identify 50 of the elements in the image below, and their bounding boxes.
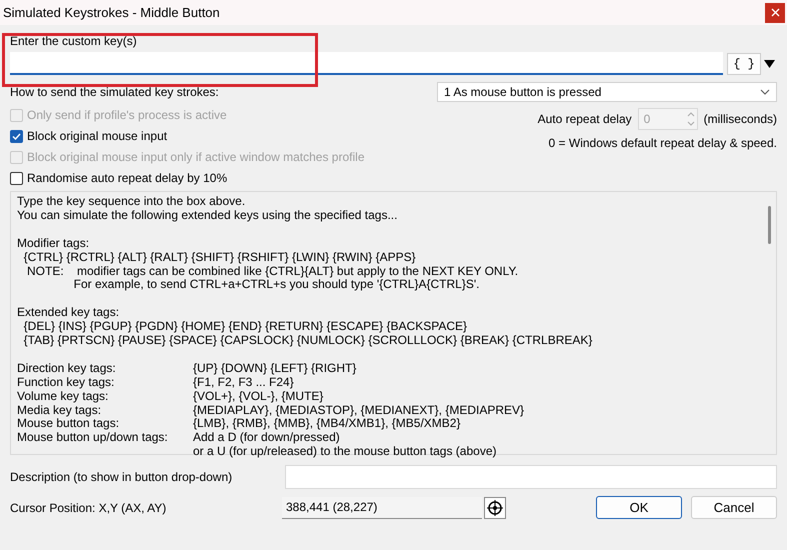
help-text: {CTRL} {RCTRL} {ALT} {RALT} {SHIFT} {RSHIFT} {LWIN} {RWIN} {APPS} [22, 250, 416, 264]
help-text: or a U (for up/released) to the mouse button tags (above) [193, 445, 496, 460]
help-text: You can simulate the following extended keys using the specified tags... [17, 208, 398, 222]
window-title: Simulated Keystrokes - Middle Button [3, 5, 220, 20]
help-label: Mouse button tags: [17, 416, 120, 430]
description-field[interactable] [285, 465, 777, 489]
help-text: NOTE: modifier tags can be combined like {CTRL}{ALT} but apply to the NEXT KEY ONLY. [26, 264, 518, 278]
help-label: Mouse button up/down tags: [17, 430, 168, 444]
help-text: {UP} {DOWN} {LEFT} {RIGHT} [193, 362, 356, 376]
cursor-position-label: Cursor Position: X,Y (AX, AY) [10, 500, 168, 514]
description-label: Description (to show in button drop-down) [10, 470, 232, 484]
dialog-button[interactable]: OK [596, 496, 682, 519]
help-label: Media key tags: [17, 402, 102, 417]
triangle-icon [764, 60, 774, 68]
dialog-button[interactable]: Cancel [691, 496, 777, 519]
help-text: Modifier tags: [17, 236, 90, 250]
help-text: Type the key sequence into the box above. [17, 194, 246, 208]
tags-button[interactable]: { } [727, 52, 761, 74]
cursor-position-field: 388,441 (28,227) [282, 496, 482, 518]
check-icon [12, 132, 21, 140]
custom-key-field[interactable] [10, 52, 723, 75]
help-text: Add a D (for down/pressed) [193, 431, 340, 446]
help-text: Extended key tags: [17, 305, 120, 320]
repeat-delay-note: 0 = Windows default repeat delay & speed. [548, 136, 777, 150]
close-icon [770, 8, 780, 17]
help-label: Volume key tags: [17, 388, 108, 403]
checkbox-label: Block original mouse input only if active window matches profile [27, 150, 364, 164]
help-text: {LMB}, {RMB}, {MMB}, {MB4/XMB1}, {MB5/XMB2} [193, 417, 460, 432]
chevron-down-icon [760, 89, 770, 95]
checkbox-label: Block original mouse input [27, 129, 168, 143]
checkbox[interactable] [10, 172, 23, 184]
checkbox-label: Only send if profile's process is active [27, 108, 227, 122]
send-mode-label: How to send the simulated key strokes: [10, 85, 219, 99]
help-text: {VOL+}, {VOL-}, {MUTE} [193, 390, 324, 404]
crosshair-icon[interactable] [484, 496, 506, 518]
help-text: {MEDIAPLAY}, {MEDIASTOP}, {MEDIANEXT}, {MEDIAPREV} [193, 404, 524, 418]
help-text: {TAB} {PRTSCN} {PAUSE} {SPACE} {CAPSLOCK} {NUMLOCK} {SCROLLLOCK} {BREAK} {CTRLBREAK} [22, 333, 592, 348]
help-text: {F1, F2, F3 ... F24} [193, 376, 294, 390]
field-label: Enter the custom key(s) [10, 34, 138, 48]
help-text: {DEL} {INS} {PGUP} {PGDN} {HOME} {END} {RETURN} {ESCAPE} {BACKSPACE} [22, 319, 467, 334]
send-mode-dropdown[interactable]: 1 As mouse button is pressed [437, 82, 777, 102]
checkbox-label: Randomise auto repeat delay by 10% [27, 171, 228, 185]
scrollbar-thumb[interactable] [768, 206, 770, 244]
checkbox[interactable] [10, 130, 23, 142]
help-text: For example, to send CTRL+a+CTRL+s you should type '{CTRL}A{CTRL}S'. [72, 277, 480, 292]
close-button[interactable] [765, 2, 785, 22]
help-label: Function key tags: [17, 374, 114, 389]
repeat-delay-label: Auto repeat delay [538, 112, 632, 126]
unit-label: (milliseconds) [704, 112, 777, 126]
help-label: Direction key tags: [17, 360, 116, 375]
